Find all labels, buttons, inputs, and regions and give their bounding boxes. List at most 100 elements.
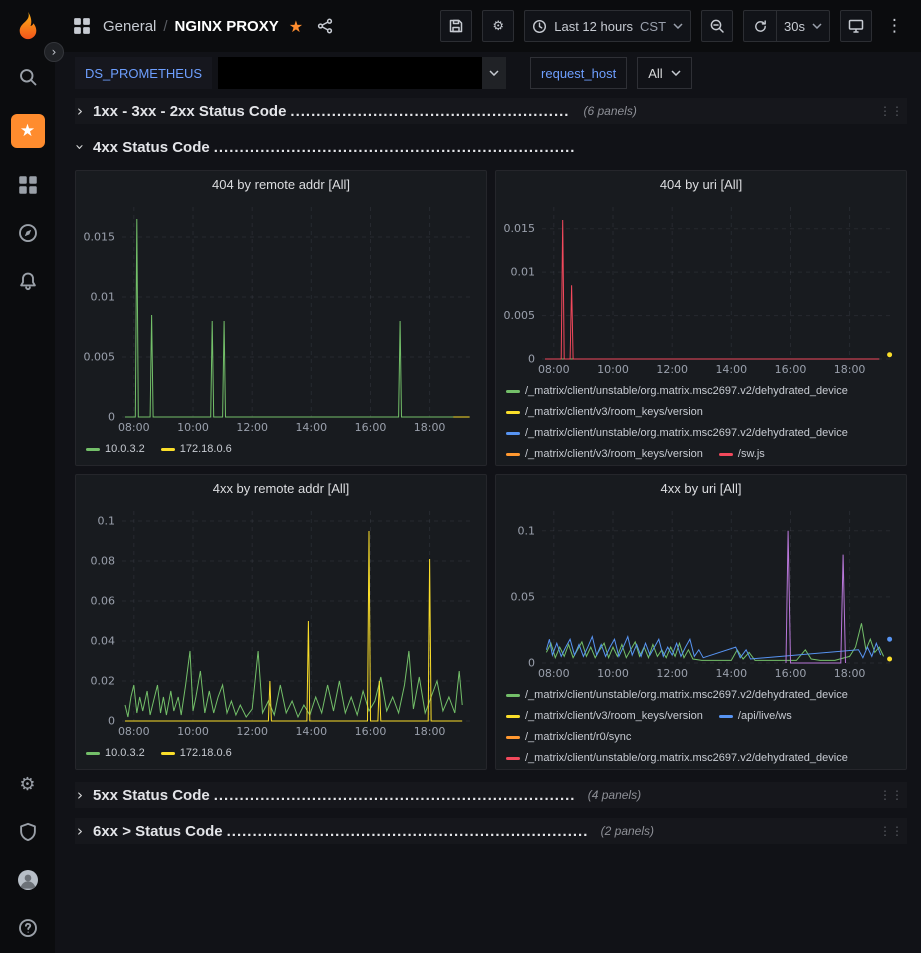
legend-label: /sw.js (738, 444, 765, 464)
zoom-out-icon (709, 18, 725, 34)
legend-item[interactable]: /_matrix/client/r0/sync (506, 727, 631, 747)
row-title: 6xx > Status Code (93, 823, 223, 840)
breadcrumb-section[interactable]: General (103, 18, 156, 35)
legend-item[interactable]: /_matrix/client/unstable/org.matrix.msc2… (506, 381, 848, 401)
zoom-out-button[interactable] (701, 10, 733, 42)
user-avatar[interactable] (17, 869, 39, 891)
svg-text:0.05: 0.05 (511, 590, 536, 603)
dashboard-header: General / NGINX PROXY ★ ⚙ Last 12 hours (55, 0, 921, 52)
legend-item[interactable]: /_matrix/client/unstable/org.matrix.msc2… (506, 685, 848, 705)
legend-marker (719, 453, 733, 456)
legend-marker (161, 752, 175, 755)
legend-item[interactable]: /_matrix/client/v3/room_keys/version (506, 444, 703, 464)
panel-grid: 404 by remote addr [All] 00.0050.010.015… (75, 170, 907, 770)
legend-label: /api/live/ws (738, 706, 792, 726)
panel-title[interactable]: 404 by uri [All] (496, 171, 906, 197)
chevron-right-icon: › (75, 822, 85, 840)
legend-item[interactable]: /_matrix/client/unstable/org.matrix.msc2… (506, 423, 848, 443)
svg-text:10:00: 10:00 (597, 667, 629, 680)
row-drag-handle[interactable]: ⋮⋮ (875, 104, 907, 118)
row-5xx[interactable]: › 5xx Status Code ......................… (75, 782, 907, 808)
time-range-label: Last 12 hours (554, 19, 633, 34)
tv-mode-button[interactable] (840, 10, 872, 42)
row-title: 4xx Status Code (93, 139, 210, 156)
svg-text:0.06: 0.06 (91, 595, 116, 608)
grafana-logo[interactable] (11, 10, 45, 44)
datasource-value (218, 57, 482, 89)
grafana-app: › ★ ⚙ (0, 0, 921, 953)
search-icon[interactable] (17, 66, 39, 88)
sidebar-nav-bottom: ⚙ (17, 773, 39, 943)
legend-item[interactable]: 10.0.3.2 (86, 439, 145, 459)
explore-compass-icon[interactable] (17, 222, 39, 244)
chart-canvas[interactable]: 00.020.040.060.080.108:0010:0012:0014:00… (76, 501, 486, 739)
panel-4xx-by-uri: 4xx by uri [All] 00.050.108:0010:0012:00… (495, 474, 907, 770)
svg-text:18:00: 18:00 (414, 725, 446, 738)
legend-marker (506, 694, 520, 697)
dashboard-body: › 1xx - 3xx - 2xx Status Code ..........… (55, 94, 921, 953)
refresh-icon (753, 19, 768, 34)
svg-text:08:00: 08:00 (538, 363, 570, 376)
legend-item[interactable]: /sw.js (719, 444, 765, 464)
gear-icon: ⚙ (492, 19, 504, 34)
row-drag-handle[interactable]: ⋮⋮ (875, 824, 907, 838)
svg-text:0.04: 0.04 (91, 635, 116, 648)
row-drag-handle[interactable]: ⋮⋮ (875, 788, 907, 802)
dashboard-settings-button[interactable]: ⚙ (482, 10, 514, 42)
configuration-gear-icon[interactable]: ⚙ (17, 773, 39, 795)
panel-title[interactable]: 404 by remote addr [All] (76, 171, 486, 197)
chart-canvas[interactable]: 00.050.108:0010:0012:0014:0016:0018:00 (496, 501, 906, 681)
chart-canvas[interactable]: 00.0050.010.01508:0010:0012:0014:0016:00… (76, 197, 486, 435)
server-admin-shield-icon[interactable] (17, 821, 39, 843)
svg-text:0: 0 (108, 411, 115, 424)
favorite-star-icon[interactable]: ★ (289, 17, 303, 36)
starred-dashboards-icon[interactable]: ★ (11, 114, 45, 148)
datasource-dropdown[interactable] (218, 57, 506, 89)
legend-item[interactable]: 172.18.0.6 (161, 743, 232, 763)
help-icon[interactable] (17, 917, 39, 939)
panel-404-by-remote-addr: 404 by remote addr [All] 00.0050.010.015… (75, 170, 487, 466)
chart-canvas[interactable]: 00.0050.010.01508:0010:0012:0014:0016:00… (496, 197, 906, 377)
legend-item[interactable]: /_matrix/client/v3/room_keys/version (506, 402, 703, 422)
dashboards-icon[interactable] (17, 174, 39, 196)
panel-4xx-by-remote-addr: 4xx by remote addr [All] 00.020.040.060.… (75, 474, 487, 770)
legend-label: 10.0.3.2 (105, 439, 145, 459)
row-title-dots: ........................................… (214, 139, 574, 156)
refresh-button[interactable] (744, 11, 776, 41)
chevron-down-icon: › (71, 142, 89, 152)
star-icon: ★ (20, 121, 35, 141)
row-4xx[interactable]: › 4xx Status Code ......................… (75, 134, 907, 160)
kebab-menu-icon[interactable]: ⋮ (882, 16, 907, 36)
panel-title[interactable]: 4xx by uri [All] (496, 475, 906, 501)
alerting-bell-icon[interactable] (17, 270, 39, 292)
refresh-interval-dropdown[interactable]: 30s (777, 11, 829, 41)
sidebar-expand-button[interactable]: › (44, 42, 64, 62)
legend-item[interactable]: /_matrix/client/unstable/org.matrix.msc2… (506, 748, 848, 768)
main-area: General / NGINX PROXY ★ ⚙ Last 12 hours (55, 0, 921, 953)
row-1xx-3xx-2xx[interactable]: › 1xx - 3xx - 2xx Status Code ..........… (75, 98, 907, 124)
svg-text:08:00: 08:00 (118, 421, 150, 434)
svg-text:16:00: 16:00 (775, 363, 807, 376)
row-title-dots: ........................................… (214, 787, 574, 804)
share-icon[interactable] (317, 18, 333, 34)
legend-item[interactable]: 172.18.0.6 (161, 439, 232, 459)
legend-item[interactable]: 10.0.3.2 (86, 743, 145, 763)
panel-title[interactable]: 4xx by remote addr [All] (76, 475, 486, 501)
save-dashboard-button[interactable] (440, 10, 472, 42)
apps-grid-icon[interactable] (73, 17, 91, 35)
legend-item[interactable]: /_matrix/client/v3/room_keys/version (506, 706, 703, 726)
row-panel-count: (6 panels) (583, 104, 636, 118)
legend-marker (506, 757, 520, 760)
clock-icon (532, 19, 547, 34)
row-6xx[interactable]: › 6xx > Status Code ....................… (75, 818, 907, 844)
svg-text:0.015: 0.015 (84, 231, 116, 244)
time-range-picker[interactable]: Last 12 hours CST (524, 10, 691, 42)
svg-text:12:00: 12:00 (236, 725, 268, 738)
svg-text:18:00: 18:00 (834, 363, 866, 376)
svg-text:12:00: 12:00 (656, 667, 688, 680)
row-panel-count: (4 panels) (588, 788, 641, 802)
legend-marker (506, 432, 520, 435)
request-host-dropdown[interactable]: All (637, 57, 691, 89)
monitor-icon (848, 18, 864, 34)
legend-item[interactable]: /api/live/ws (719, 706, 792, 726)
